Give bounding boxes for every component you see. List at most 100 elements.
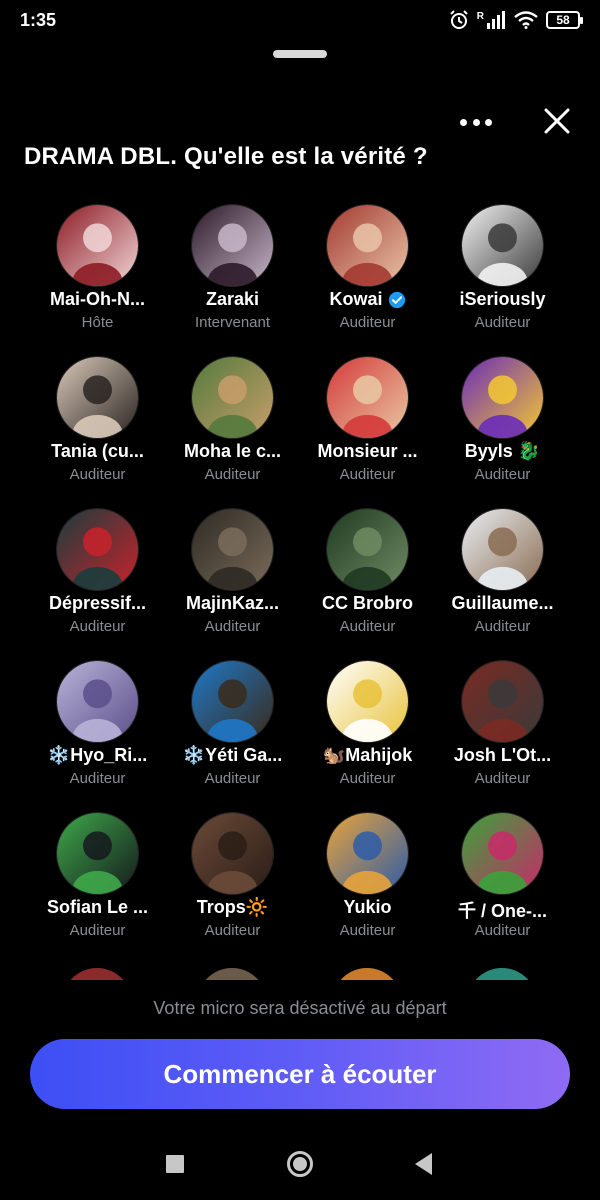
participant-card[interactable]: iSeriously Auditeur	[435, 204, 570, 344]
participant-name: Trops🔆	[165, 897, 300, 918]
participant-card[interactable]: 🐿️Mahijok Auditeur	[300, 660, 435, 800]
participant-name-text: Tania (cu...	[51, 441, 144, 461]
avatar[interactable]	[197, 968, 267, 980]
participant-role: Auditeur	[69, 922, 126, 939]
avatar[interactable]	[461, 204, 544, 287]
avatar[interactable]	[191, 660, 274, 743]
avatar[interactable]	[332, 968, 402, 980]
participant-name-text: Sofian Le ...	[46, 897, 148, 917]
avatar[interactable]	[326, 508, 409, 591]
participant-card[interactable]: Byyls 🐉 Auditeur	[435, 356, 570, 496]
mic-note: Votre micro sera désactivé au départ	[153, 998, 447, 1018]
participant-card[interactable]: Guillaume... Auditeur	[435, 508, 570, 648]
participant-role: Auditeur	[204, 618, 261, 635]
participant-role: Auditeur	[204, 466, 261, 483]
participant-card[interactable]: Zaraki Intervenant	[165, 204, 300, 344]
close-icon[interactable]	[540, 104, 574, 138]
participant-card[interactable]: Josh L'Ot... Auditeur	[435, 660, 570, 800]
participant-name-text: CC Brobro	[322, 593, 413, 613]
participant-name: Zaraki	[165, 289, 300, 310]
avatar[interactable]	[191, 508, 274, 591]
start-listening-button[interactable]: Commencer à écouter	[30, 1039, 570, 1109]
participant-role: Auditeur	[474, 618, 531, 635]
participant-name: Sofian Le ...	[30, 897, 165, 918]
avatar[interactable]	[461, 356, 544, 439]
participant-role: Auditeur	[69, 466, 126, 483]
participant-name-text: Guillaume...	[451, 593, 554, 613]
participant-name-text: Monsieur ...	[317, 441, 418, 461]
participant-card[interactable]: 千 / One-... Auditeur	[435, 812, 570, 952]
participant-name-text: Moha le c...	[183, 441, 282, 461]
avatar[interactable]	[326, 660, 409, 743]
recent-apps-icon[interactable]	[166, 1155, 184, 1173]
avatar[interactable]	[326, 812, 409, 895]
participants-grid: Mai-Oh-N... Hôte Zaraki Intervenant Kowai Aud…	[30, 204, 570, 980]
participant-card[interactable]: Sofian Le ... Auditeur	[30, 812, 165, 952]
avatar[interactable]	[326, 356, 409, 439]
participant-card[interactable]: Dépressif... Auditeur	[30, 508, 165, 648]
avatar[interactable]	[56, 204, 139, 287]
avatar[interactable]	[191, 356, 274, 439]
avatar[interactable]	[326, 204, 409, 287]
participant-name: Moha le c...	[165, 441, 300, 462]
avatar[interactable]	[191, 204, 274, 287]
participant-card[interactable]: Tania (cu... Auditeur	[30, 356, 165, 496]
avatar[interactable]	[467, 968, 537, 980]
avatar[interactable]	[56, 660, 139, 743]
participant-name-text: Yukio	[343, 897, 392, 917]
participant-role: Auditeur	[339, 466, 396, 483]
avatar[interactable]	[461, 812, 544, 895]
participant-card[interactable]: Kowai Auditeur	[300, 204, 435, 344]
avatar[interactable]	[62, 968, 132, 980]
alarm-icon	[450, 10, 468, 29]
avatar[interactable]	[461, 508, 544, 591]
participant-name: Tania (cu...	[30, 441, 165, 462]
participant-card[interactable]: Yukio Auditeur	[300, 812, 435, 952]
participant-role: Auditeur	[339, 770, 396, 787]
participant-name: Dépressif...	[30, 593, 165, 614]
participant-role: Auditeur	[474, 466, 531, 483]
participant-card[interactable]: CC Brobro Auditeur	[300, 508, 435, 648]
participant-card[interactable]: Trops🔆 Auditeur	[165, 812, 300, 952]
sheet-grabber[interactable]	[273, 50, 327, 58]
avatar[interactable]	[56, 356, 139, 439]
participant-name: Monsieur ...	[300, 441, 435, 462]
participant-card[interactable]: Mai-Oh-N... Hôte	[30, 204, 165, 344]
verified-badge-icon	[388, 291, 405, 308]
participant-name: 千 / One-...	[435, 897, 570, 923]
signal-badge: R	[476, 10, 484, 22]
participant-name-text: iSeriously	[459, 289, 546, 309]
participant-name: ❄️Yéti Ga...	[165, 745, 300, 766]
avatar[interactable]	[461, 660, 544, 743]
participant-name-text: 千 / One-...	[457, 901, 547, 921]
participant-name: Josh L'Ot...	[435, 745, 570, 766]
participant-name: 🐿️Mahijok	[300, 745, 435, 766]
participant-name: Kowai	[300, 289, 435, 310]
participant-card[interactable]: ❄️Hyo_Ri... Auditeur	[30, 660, 165, 800]
participant-name-text: Josh L'Ot...	[453, 745, 552, 765]
participant-name-text: MajinKaz...	[185, 593, 279, 613]
participant-name-text: 🐿️Mahijok	[322, 745, 413, 765]
participant-name: Mai-Oh-N...	[30, 289, 165, 310]
participant-name-text: Trops🔆	[196, 897, 269, 917]
participant-name: Byyls 🐉	[435, 441, 570, 462]
participant-role: Auditeur	[474, 314, 531, 331]
participant-name-text: Dépressif...	[48, 593, 147, 613]
battery-icon: 58	[546, 11, 583, 29]
more-dots-icon[interactable]	[456, 108, 496, 136]
participant-card[interactable]: Monsieur ... Auditeur	[300, 356, 435, 496]
home-icon[interactable]	[286, 1150, 314, 1178]
participant-role: Auditeur	[474, 770, 531, 787]
avatar[interactable]	[56, 508, 139, 591]
avatar[interactable]	[56, 812, 139, 895]
participant-card[interactable]: Moha le c... Auditeur	[165, 356, 300, 496]
participant-card[interactable]: MajinKaz... Auditeur	[165, 508, 300, 648]
participant-card[interactable]: ❄️Yéti Ga... Auditeur	[165, 660, 300, 800]
back-icon[interactable]	[412, 1151, 434, 1177]
android-nav-bar	[0, 1130, 600, 1200]
participant-role: Auditeur	[204, 922, 261, 939]
status-icons: R 58	[449, 10, 583, 30]
avatar[interactable]	[191, 812, 274, 895]
participant-name: iSeriously	[435, 289, 570, 310]
participant-name-text: Kowai	[329, 289, 383, 309]
